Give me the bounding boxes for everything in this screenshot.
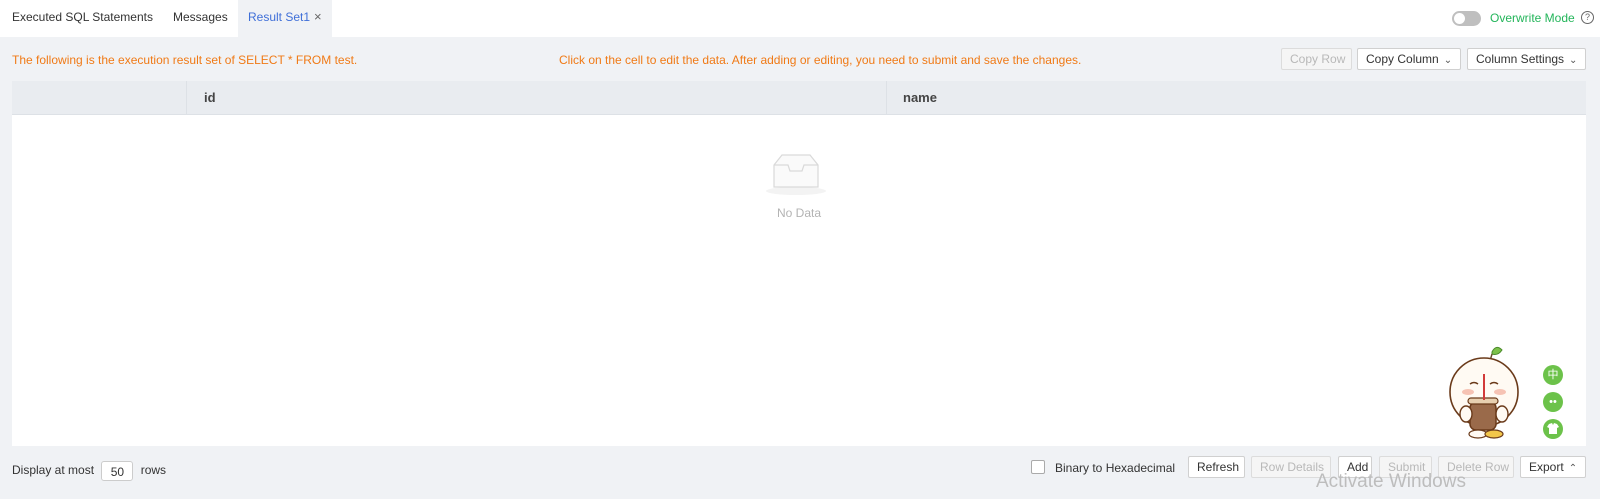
export-button[interactable]: Export ⌃ bbox=[1520, 456, 1586, 478]
binary-to-hex-label: Binary to Hexadecimal bbox=[1055, 461, 1176, 475]
grid-header: id name bbox=[12, 81, 1586, 115]
overwrite-mode-toggle[interactable] bbox=[1452, 11, 1481, 26]
shirt-icon[interactable] bbox=[1543, 419, 1563, 439]
copy-column-label: Copy Column bbox=[1366, 52, 1439, 66]
overwrite-mode-label: Overwrite Mode bbox=[1490, 11, 1575, 25]
toggle-knob bbox=[1454, 13, 1465, 24]
help-icon[interactable]: ? bbox=[1581, 11, 1594, 24]
tab-result-set1-label: Result Set1 bbox=[248, 10, 311, 24]
refresh-button[interactable]: Refresh bbox=[1188, 456, 1245, 478]
rows-limit-input[interactable]: 50 bbox=[101, 461, 134, 481]
shirt-glyph-icon bbox=[1547, 423, 1559, 434]
mascot-illustration bbox=[1449, 346, 1519, 439]
export-label: Export bbox=[1529, 460, 1564, 474]
column-divider bbox=[186, 81, 187, 114]
column-settings-button[interactable]: Column Settings ⌄ bbox=[1467, 48, 1586, 70]
face-icon[interactable]: •• bbox=[1543, 392, 1563, 412]
column-settings-label: Column Settings bbox=[1476, 52, 1565, 66]
result-info-text: The following is the execution result se… bbox=[12, 53, 358, 67]
chevron-down-icon: ⌄ bbox=[1443, 55, 1453, 66]
tab-executed-sql[interactable]: Executed SQL Statements bbox=[12, 0, 153, 37]
edit-hint-text: Click on the cell to edit the data. Afte… bbox=[559, 53, 1082, 67]
binary-to-hex-checkbox[interactable] bbox=[1031, 460, 1045, 474]
chinese-char-icon[interactable]: 中 bbox=[1543, 365, 1563, 385]
chevron-up-icon: ⌃ bbox=[1568, 463, 1578, 474]
display-limit: Display at most 50 rows bbox=[12, 461, 166, 481]
column-header-name[interactable]: name bbox=[903, 90, 937, 105]
tab-messages[interactable]: Messages bbox=[173, 0, 228, 37]
result-tab-bar: Executed SQL Statements Messages Result … bbox=[0, 0, 1600, 37]
copy-column-button[interactable]: Copy Column ⌄ bbox=[1357, 48, 1461, 70]
tab-result-set1[interactable]: Result Set1 × bbox=[238, 0, 332, 37]
chevron-down-icon: ⌄ bbox=[1569, 55, 1578, 66]
display-limit-suffix: rows bbox=[140, 463, 167, 478]
activate-windows-watermark: Activate Windows bbox=[1316, 471, 1466, 492]
result-grid: id name No Data bbox=[12, 81, 1586, 446]
close-icon[interactable]: × bbox=[314, 9, 322, 24]
copy-row-button[interactable]: Copy Row bbox=[1281, 48, 1352, 70]
display-limit-prefix: Display at most bbox=[12, 463, 95, 478]
column-header-id[interactable]: id bbox=[204, 90, 216, 105]
empty-state-text: No Data bbox=[776, 206, 822, 220]
empty-inbox-icon bbox=[766, 154, 826, 195]
column-divider bbox=[886, 81, 887, 114]
